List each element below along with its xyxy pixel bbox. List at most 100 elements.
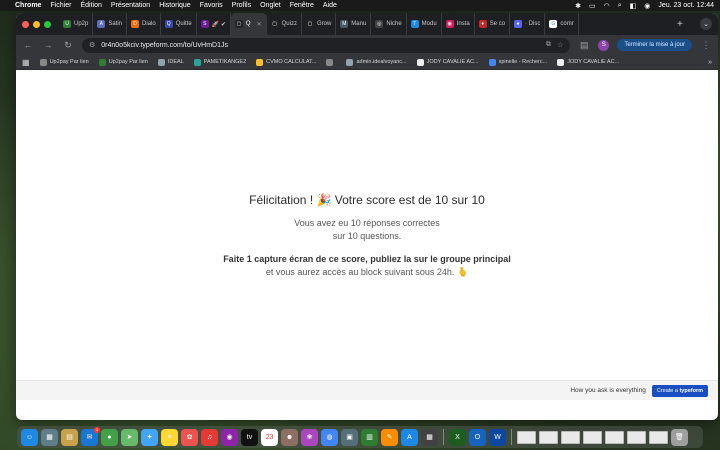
browser-tab[interactable]: ▢ Q ✕ <box>230 13 267 35</box>
new-tab-button[interactable]: + <box>677 19 683 30</box>
bookmark-item[interactable] <box>326 58 336 66</box>
macos-menu-bar: Chrome Fichier Édition Présentation Histori… <box>0 0 720 11</box>
dock-chrome-icon[interactable]: ◍ <box>321 428 338 446</box>
finish-update-button[interactable]: Terminer la mise à jour <box>617 39 692 51</box>
dock-word-icon[interactable]: W <box>489 428 506 446</box>
dock-notes-icon[interactable]: ≡ <box>161 428 178 446</box>
menu-item[interactable]: Favoris <box>200 2 223 9</box>
address-bar[interactable]: ⚙ 0r4n0o5kciv.typeform.com/to/UvHmD1Js ⧉… <box>82 37 571 53</box>
close-tab-icon[interactable]: ✕ <box>257 21 262 28</box>
dock-outlook-icon[interactable]: O <box>469 428 486 446</box>
browser-tab[interactable]: Gcomr <box>545 13 579 35</box>
bookmark-item[interactable]: CVMO CALCULAT... <box>256 58 316 66</box>
menu-item[interactable]: Profils <box>232 2 251 9</box>
browser-tab[interactable]: U Up2p <box>59 13 94 35</box>
translate-icon[interactable]: ⧉ <box>546 41 551 49</box>
browser-tab[interactable]: S 🚀 ✔ <box>197 13 231 35</box>
browser-tab[interactable]: T Modu <box>407 13 442 35</box>
dock-messages-icon[interactable]: ● <box>101 428 118 446</box>
dock-calculator-icon[interactable]: ▦ <box>421 428 438 446</box>
browser-tab[interactable]: ♦ Se co <box>475 13 511 35</box>
more-bookmarks-icon[interactable]: » <box>708 59 712 66</box>
menu-item[interactable]: Onglet <box>260 2 281 9</box>
more-menu-icon[interactable]: ⋮ <box>700 40 712 51</box>
fullscreen-window-button[interactable] <box>44 20 51 28</box>
bookmark-item[interactable]: admin.idealvoyanc... <box>346 58 407 66</box>
dock-notes-yellow-icon[interactable]: ▤ <box>61 428 78 446</box>
control-center-icon[interactable]: ◧ <box>630 2 637 10</box>
wifi-icon[interactable]: ◠ <box>604 2 610 10</box>
bookmark-item[interactable]: Up2pay Par lien <box>98 58 148 66</box>
browser-tab[interactable]: Q Quitte <box>161 13 197 35</box>
tab-search-chevron-icon[interactable]: ⌄ <box>700 18 712 30</box>
address-url[interactable]: 0r4n0o5kciv.typeform.com/to/UvHmD1Js <box>101 42 540 49</box>
minimize-window-button[interactable] <box>33 20 40 28</box>
reload-icon[interactable]: ↻ <box>62 40 74 51</box>
menu-item[interactable]: Fenêtre <box>290 2 314 9</box>
menu-item[interactable]: Édition <box>80 2 101 9</box>
dock-launchpad-icon[interactable]: ▦ <box>41 428 58 446</box>
dock-photos-icon[interactable]: ✿ <box>181 428 198 446</box>
menu-clock[interactable]: Jeu. 23 oct. 12:44 <box>658 2 714 9</box>
browser-tab[interactable]: ● · Disc <box>510 13 546 35</box>
dock-excel-icon[interactable]: X <box>449 428 466 446</box>
siri-icon[interactable]: ◉ <box>644 2 650 10</box>
browser-tab[interactable]: ◎ Niche <box>371 13 407 35</box>
bookmark-item[interactable]: Up2pay Par lien <box>39 58 89 66</box>
dock-safari-icon[interactable]: ✦ <box>141 428 158 446</box>
dock-minimized-window[interactable] <box>539 430 558 444</box>
dock-minimized-window[interactable] <box>649 430 668 444</box>
menu-app-name[interactable]: Chrome <box>15 2 41 9</box>
browser-tab[interactable]: M Manu <box>336 13 372 35</box>
browser-tab[interactable]: ▢ Grow <box>302 13 337 35</box>
bookmark-star-icon[interactable]: ☆ <box>557 41 563 49</box>
battery-icon[interactable]: ▭ <box>589 2 596 10</box>
instruction-bold: Faite 1 capture écran de ce score, publi… <box>223 254 511 264</box>
site-info-icon[interactable]: ⚙ <box>89 41 95 49</box>
dock-podcasts-icon[interactable]: ◉ <box>221 428 238 446</box>
browser-tab[interactable]: A Satin <box>93 13 128 35</box>
browser-tab[interactable]: D Dialo <box>127 13 161 35</box>
create-typeform-button[interactable]: Create a typeform <box>651 384 708 397</box>
dock-maps-icon[interactable]: ➤ <box>121 428 138 446</box>
menu-item[interactable]: Présentation <box>111 2 150 9</box>
bookmark-item[interactable]: spinelle - Recherc... <box>488 58 547 66</box>
dock-trash-icon[interactable]: 🗑 <box>671 428 688 446</box>
dock-contacts-icon[interactable]: ☻ <box>281 428 298 446</box>
dock-minimized-window[interactable] <box>583 430 602 444</box>
dock-minimized-window[interactable] <box>517 430 536 444</box>
dock-finder-icon[interactable]: ☺ <box>21 428 38 446</box>
browser-tab[interactable]: ◉ Insta <box>442 13 475 35</box>
bookmark-item[interactable]: IDEAL <box>157 58 184 66</box>
bookmark-favicon-icon <box>416 58 424 66</box>
dock-photos-color-icon[interactable]: ❀ <box>301 428 318 446</box>
dock-preview-icon[interactable]: ▣ <box>341 428 358 446</box>
bookmark-item[interactable]: JODY CAVALIE AC... <box>416 58 479 66</box>
menu-item[interactable]: Aide <box>323 2 337 9</box>
dock-pages-icon[interactable]: ✎ <box>381 428 398 446</box>
apps-grid-icon[interactable]: ▦ <box>22 58 30 67</box>
bluetooth-icon[interactable]: ✱ <box>575 2 581 10</box>
dock-minimized-window[interactable] <box>561 430 580 444</box>
dock-calendar-icon[interactable]: 23 <box>261 428 278 446</box>
tab-label: Up2p <box>74 21 89 27</box>
bookmark-list: Up2pay Par lien Up2pay Par lien IDEAL PAMET… <box>39 58 619 66</box>
dock-tv-icon[interactable]: tv <box>241 428 258 446</box>
menu-item[interactable]: Historique <box>159 2 191 9</box>
dock-minimized-window[interactable] <box>627 430 646 444</box>
dock-minimized-window[interactable] <box>605 430 624 444</box>
menu-item[interactable]: Fichier <box>50 2 71 9</box>
dock-appstore-icon[interactable]: A <box>401 428 418 446</box>
browser-tab[interactable]: ▢ Quizz <box>267 13 302 35</box>
search-icon[interactable]: ⌕ <box>618 2 622 10</box>
bookmark-item[interactable]: JODY CAVALIE AC... <box>557 58 619 66</box>
extensions-icon[interactable]: ▤ <box>578 40 590 51</box>
close-window-button[interactable] <box>22 20 29 28</box>
back-arrow-icon[interactable]: ← <box>22 40 34 50</box>
bookmark-item[interactable]: PAMETIKANGE2 <box>193 58 246 66</box>
dock-music-icon[interactable]: ♫ <box>201 428 218 446</box>
dock-mail-icon[interactable]: ✉ 1 <box>81 426 100 446</box>
profile-avatar[interactable]: S <box>598 39 610 51</box>
forward-arrow-icon[interactable]: → <box>42 40 54 50</box>
dock-numbers-icon[interactable]: ▥ <box>361 428 378 446</box>
